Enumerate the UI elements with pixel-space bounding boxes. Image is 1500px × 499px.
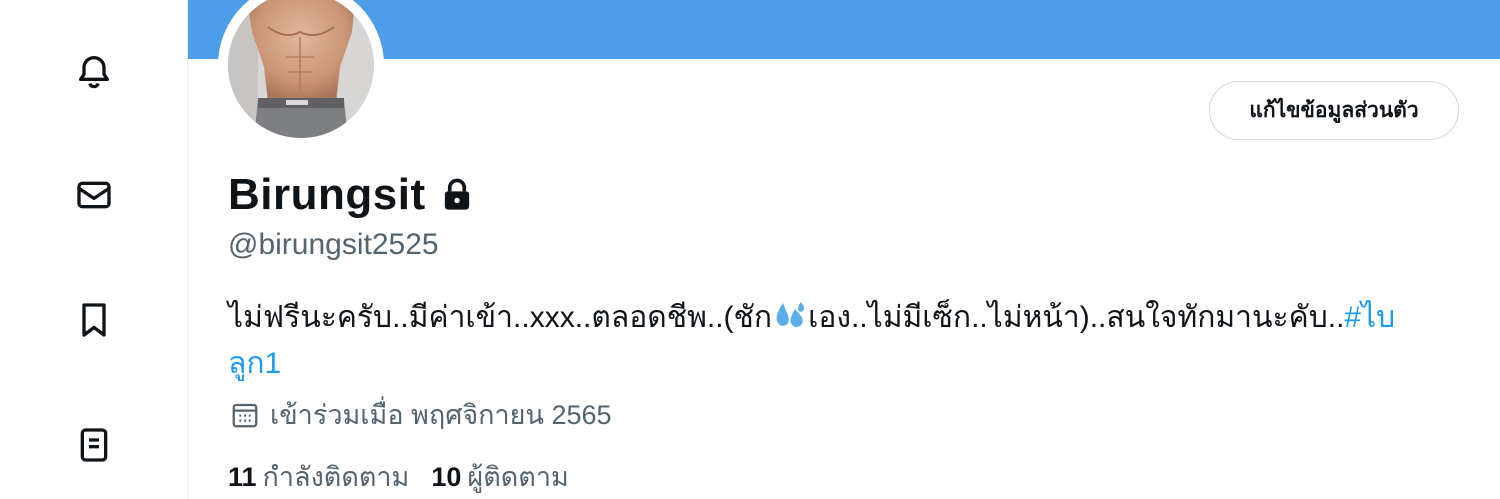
notifications-nav-item[interactable] [70, 47, 118, 95]
lock-icon [444, 178, 469, 210]
profile-name-row: Birungsit [228, 170, 472, 220]
lists-nav-item[interactable] [70, 421, 118, 469]
follow-stats: 11 กำลังติดตาม 10 ผู้ติดตาม [228, 455, 591, 498]
envelope-icon [77, 181, 111, 209]
followers-label: ผู้ติดตาม [467, 462, 569, 492]
calendar-icon [232, 403, 258, 427]
display-name: Birungsit [228, 170, 426, 219]
bookmark-icon [82, 303, 106, 337]
profile-bio: ไม่ฟรีนะครับ..มีค่าเข้า..xxx..ตลอดชีพ..(… [228, 295, 1408, 387]
bell-icon [79, 56, 110, 89]
following-label: กำลังติดตาม [262, 462, 410, 492]
profile-avatar[interactable] [218, 0, 384, 148]
bio-text-part1: ไม่ฟรีนะครับ..มีค่าเข้า..xxx..ตลอดชีพ..(… [228, 301, 773, 334]
sidebar-nav [0, 0, 188, 499]
following-count: 11 [228, 462, 257, 492]
bio-text-part2: เอง..ไม่มีเซ็ก..ไม่หน้า)..สนใจทักมานะคับ… [808, 301, 1345, 334]
sweat-droplets-emoji [776, 302, 805, 327]
followers-count: 10 [431, 462, 462, 492]
followers-link[interactable]: 10 ผู้ติดตาม [431, 455, 568, 498]
user-handle: @birungsit2525 [228, 228, 439, 261]
avatar-photo [228, 0, 374, 138]
list-icon [80, 428, 108, 462]
following-link[interactable]: 11 กำลังติดตาม [228, 455, 409, 498]
edit-profile-button[interactable]: แก้ไขข้อมูลส่วนตัว [1209, 81, 1459, 140]
profile-banner[interactable] [188, 0, 1500, 59]
join-date-text: เข้าร่วมเมื่อ พฤศจิกายน 2565 [270, 400, 612, 430]
bookmarks-nav-item[interactable] [70, 296, 118, 344]
messages-nav-item[interactable] [70, 171, 118, 219]
join-date: เข้าร่วมเมื่อ พฤศจิกายน 2565 [230, 393, 612, 436]
